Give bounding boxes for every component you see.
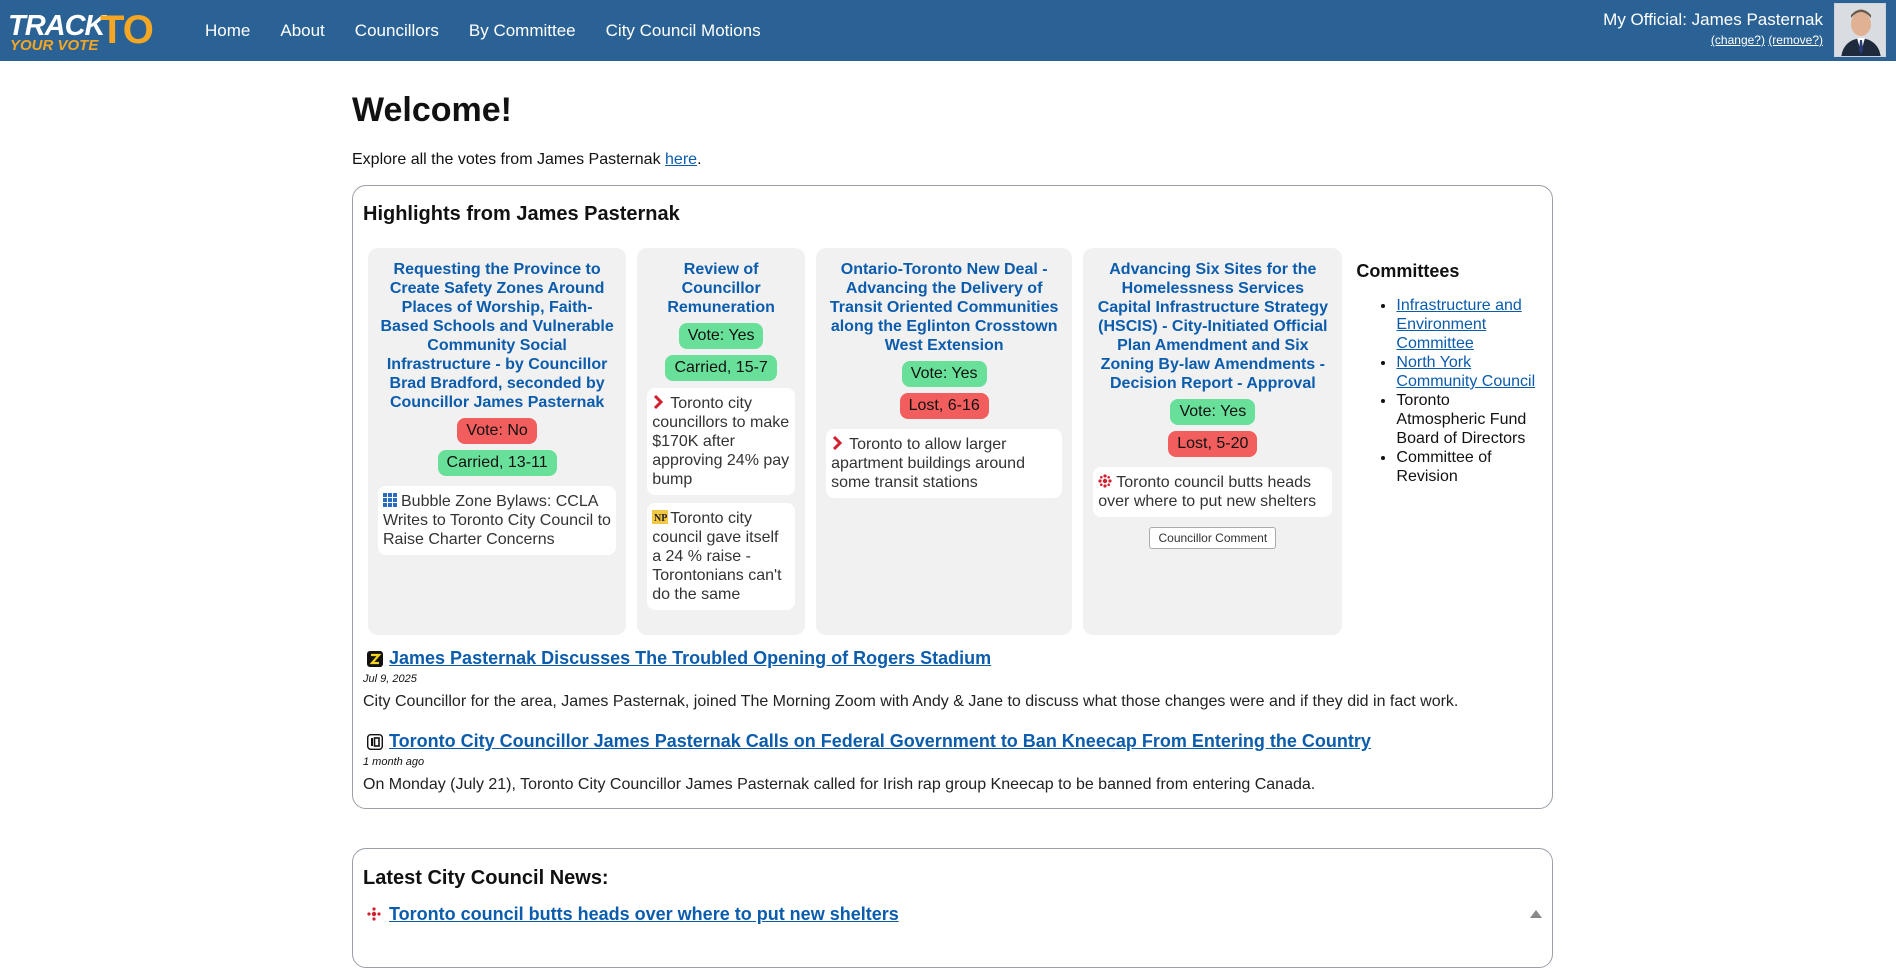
news-text: Toronto to allow larger apartment buildi…	[831, 436, 1025, 491]
motion-card: Ontario-Toronto New Deal - Advancing the…	[816, 248, 1073, 635]
result-badge: Carried, 13-11	[437, 450, 557, 476]
vote-badge: Vote: Yes	[901, 361, 987, 387]
article-date: 1 month ago	[363, 756, 425, 768]
motion-title[interactable]: Requesting the Province to Create Safety…	[378, 260, 616, 412]
top-navbar: TRACK YOUR VOTE TO Home About Councillor…	[0, 0, 1896, 61]
highlights-panel: Highlights from James Pasternak Requesti…	[352, 185, 1553, 809]
motion-card: Review of Councillor Remuneration Vote: …	[637, 248, 806, 635]
article-item: James Pasternak Discusses The Troubled O…	[363, 648, 1542, 711]
vote-badge: Vote: Yes	[1170, 399, 1256, 425]
vote-badge: Vote: Yes	[678, 323, 764, 349]
committees-title: Committees	[1356, 261, 1460, 281]
article-item: Toronto City Councillor James Pasternak …	[363, 731, 1542, 794]
chevron-icon	[831, 435, 845, 451]
news-item[interactable]: Toronto city councillors to make $170K a…	[647, 388, 796, 495]
news-item[interactable]: Bubble Zone Bylaws: CCLA Writes to Toron…	[378, 486, 617, 555]
news-outlet-icon	[366, 733, 384, 750]
article-description: On Monday (July 21), Toronto City Counci…	[363, 776, 1316, 793]
explore-suffix: .	[697, 151, 702, 168]
article-date: Jul 9, 2025	[363, 673, 417, 685]
committee-item: Toronto Atmospheric Fund Board of Direct…	[1396, 391, 1542, 448]
latest-news-link[interactable]: Toronto council butts heads over where t…	[389, 904, 899, 925]
motion-title[interactable]: Ontario-Toronto New Deal - Advancing the…	[826, 260, 1062, 355]
explore-votes-link[interactable]: here	[665, 151, 697, 168]
nav-home[interactable]: Home	[205, 21, 250, 41]
svg-text:NP: NP	[654, 513, 667, 524]
highlights-title: Highlights from James Pasternak	[363, 203, 680, 225]
vote-badge: Vote: No	[457, 418, 537, 444]
result-badge: Lost, 5-20	[1168, 431, 1258, 457]
article-title-link[interactable]: James Pasternak Discusses The Troubled O…	[389, 648, 991, 669]
chevron-icon	[652, 394, 666, 410]
result-badge: Lost, 6-16	[899, 393, 989, 419]
article-title-link[interactable]: Toronto City Councillor James Pasternak …	[389, 731, 1371, 752]
main-content: Welcome! Explore all the votes from Jame…	[352, 61, 1553, 968]
news-item[interactable]: Toronto council butts heads over where t…	[1093, 467, 1333, 517]
news-text: Bubble Zone Bylaws: CCLA Writes to Toron…	[383, 493, 611, 548]
main-nav: Home About Councillors By Committee City…	[205, 0, 791, 61]
committee-link[interactable]: Infrastructure and Environment Committee	[1396, 297, 1521, 352]
nav-city-council-motions[interactable]: City Council Motions	[606, 21, 761, 41]
my-official-actions: (change?) (remove?)	[1603, 33, 1823, 47]
nav-by-committee[interactable]: By Committee	[469, 21, 576, 41]
highlight-cards: Requesting the Province to Create Safety…	[368, 248, 1542, 635]
committee-item: Committee of Revision	[1396, 448, 1542, 486]
news-text: Toronto city council gave itself a 24 % …	[652, 510, 782, 603]
committee-item: North York Community Council	[1396, 353, 1542, 391]
result-badge: Carried, 15-7	[665, 355, 777, 381]
np-icon: NP	[652, 510, 669, 524]
remove-official-link[interactable]: (remove?)	[1768, 33, 1823, 47]
logo-your-vote-text: YOUR VOTE	[10, 37, 99, 54]
article-description: City Councillor for the area, James Past…	[363, 693, 1459, 710]
logo-to-text: TO	[100, 8, 154, 52]
motion-card: Requesting the Province to Create Safety…	[368, 248, 627, 635]
change-official-link[interactable]: (change?)	[1711, 33, 1765, 47]
my-official-label: My Official: James Pasternak	[1603, 10, 1823, 29]
zoomer-icon	[367, 650, 383, 667]
nav-councillors[interactable]: Councillors	[355, 21, 439, 41]
news-item[interactable]: NP Toronto city council gave itself a 24…	[647, 503, 796, 610]
cbc-icon	[1098, 474, 1112, 488]
official-avatar	[1834, 3, 1886, 57]
explore-votes-text: Explore all the votes from James Pastern…	[352, 151, 1553, 169]
committee-link[interactable]: North York Community Council	[1396, 354, 1535, 390]
my-official: My Official: James Pasternak (change?) (…	[1603, 10, 1823, 47]
scroll-up-arrow-icon[interactable]	[1530, 910, 1542, 918]
latest-news-panel: Latest City Council News: Toronto counci…	[352, 848, 1553, 968]
explore-prefix: Explore all the votes from James Pastern…	[352, 151, 666, 168]
news-text: Toronto council butts heads over where t…	[1098, 474, 1317, 510]
nav-about[interactable]: About	[280, 21, 324, 41]
latest-news-item: Toronto council butts heads over where t…	[363, 904, 1542, 925]
news-text: Toronto city councillors to make $170K a…	[652, 395, 790, 488]
councillor-comment-button[interactable]: Councillor Comment	[1149, 527, 1277, 549]
cbc-icon	[367, 906, 383, 923]
news-item[interactable]: Toronto to allow larger apartment buildi…	[826, 429, 1063, 498]
motion-title[interactable]: Advancing Six Sites for the Homelessness…	[1093, 260, 1332, 393]
motion-title[interactable]: Review of Councillor Remuneration	[647, 260, 795, 317]
latest-news-title: Latest City Council News:	[363, 867, 609, 889]
page-title: Welcome!	[352, 91, 512, 129]
motion-card: Advancing Six Sites for the Homelessness…	[1083, 248, 1343, 635]
committee-item: Infrastructure and Environment Committee	[1396, 296, 1542, 353]
grid-icon	[383, 493, 397, 507]
committees-list: Committees Infrastructure and Environmen…	[1353, 248, 1542, 635]
track-your-vote-to-logo[interactable]: TRACK YOUR VOTE TO	[8, 6, 158, 54]
